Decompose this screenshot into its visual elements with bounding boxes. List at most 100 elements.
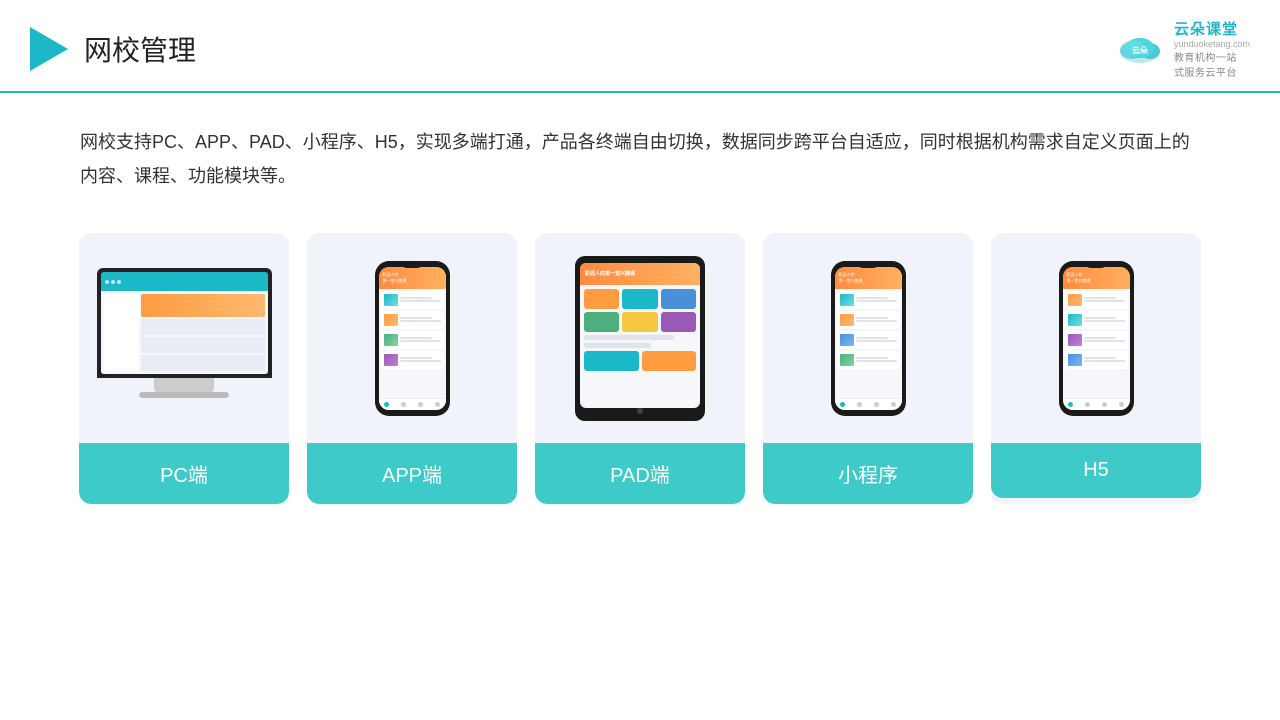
pc-main bbox=[141, 294, 265, 372]
pc-stand bbox=[154, 378, 214, 392]
pad-image-area: 职涯人的第一堂兴趣课 bbox=[535, 233, 745, 443]
phone-card bbox=[1065, 331, 1128, 349]
pad-line bbox=[584, 335, 674, 340]
pad-row-cards bbox=[584, 351, 696, 371]
pad-row-cards bbox=[584, 289, 696, 309]
phone-card-line bbox=[1084, 360, 1125, 362]
phone-card bbox=[381, 311, 444, 329]
phone-nav-dot-active bbox=[840, 402, 845, 407]
phone-outer: 职涯人的第一堂兴趣课 bbox=[1059, 261, 1134, 416]
app-image-area: 职涯人的第一堂兴趣课 bbox=[307, 233, 517, 443]
brand-tagline: 教育机构一站 bbox=[1174, 49, 1237, 64]
cloud-icon: 云朵 bbox=[1114, 30, 1166, 68]
phone-screen: 职涯人的第一堂兴趣课 bbox=[835, 267, 902, 410]
phone-card-line bbox=[856, 337, 889, 339]
phone-nav-dot bbox=[418, 402, 423, 407]
pc-sidebar bbox=[104, 294, 139, 372]
pc-row bbox=[141, 337, 265, 353]
phone-outer: 职涯人的第一堂兴趣课 bbox=[375, 261, 450, 416]
phone-card bbox=[1065, 311, 1128, 329]
phone-card-line bbox=[400, 340, 441, 342]
phone-screen: 职涯人的第一堂兴趣课 bbox=[379, 267, 446, 410]
phone-card bbox=[837, 331, 900, 349]
miniprogram-phone-mockup: 职涯人的第一堂兴趣课 bbox=[831, 261, 906, 416]
phone-card bbox=[1065, 291, 1128, 309]
phone-header-bar: 职涯人的第一堂兴趣课 bbox=[835, 267, 902, 289]
phone-card-line bbox=[1084, 357, 1117, 359]
brand-logo: 云朵 云朵课堂 yunduoketang.com 教育机构一站 式服务云平台 bbox=[1114, 18, 1250, 79]
phone-card-line bbox=[400, 357, 433, 359]
phone-card-img bbox=[1068, 334, 1082, 346]
h5-image-area: 职涯人的第一堂兴趣课 bbox=[991, 233, 1201, 443]
app-label: APP端 bbox=[307, 443, 517, 504]
pad-header-bar: 职涯人的第一堂兴趣课 bbox=[580, 263, 700, 285]
description-paragraph: 网校支持PC、APP、PAD、小程序、H5，实现多端打通，产品各终端自由切换，数… bbox=[80, 125, 1200, 193]
phone-card-img bbox=[1068, 354, 1082, 366]
phone-card-line bbox=[1084, 317, 1117, 319]
phone-card bbox=[837, 311, 900, 329]
pad-screen: 职涯人的第一堂兴趣课 bbox=[580, 263, 700, 408]
phone-card-img bbox=[1068, 314, 1082, 326]
phone-card bbox=[1065, 351, 1128, 369]
pad-home-btn bbox=[637, 408, 643, 414]
phone-card bbox=[381, 351, 444, 369]
phone-card-img bbox=[840, 334, 854, 346]
phone-nav-dot bbox=[874, 402, 879, 407]
phone-screen: 职涯人的第一堂兴趣课 bbox=[1063, 267, 1130, 410]
pc-card: PC端 bbox=[79, 233, 289, 504]
phone-card-lines bbox=[856, 317, 897, 322]
phone-card-line bbox=[856, 340, 897, 342]
phone-header-bar: 职涯人的第一堂兴趣课 bbox=[379, 267, 446, 289]
phone-content bbox=[1063, 289, 1130, 398]
phone-card-line bbox=[856, 300, 897, 302]
phone-nav-dot bbox=[891, 402, 896, 407]
phone-content bbox=[835, 289, 902, 398]
pad-mini-card-orange bbox=[584, 289, 619, 309]
phone-outer: 职涯人的第一堂兴趣课 bbox=[831, 261, 906, 416]
pad-mini-card-teal bbox=[584, 351, 639, 371]
pad-line bbox=[584, 343, 651, 348]
phone-header-text: 职涯人的第一堂兴趣课 bbox=[1067, 272, 1126, 284]
pad-mini-card-orange bbox=[642, 351, 697, 371]
phone-card-lines bbox=[400, 357, 441, 362]
pc-base bbox=[139, 392, 229, 398]
phone-card bbox=[381, 331, 444, 349]
phone-content bbox=[379, 289, 446, 398]
header-left: 网校管理 bbox=[30, 27, 196, 71]
pc-nav-dot bbox=[111, 280, 115, 284]
phone-card-line bbox=[400, 320, 441, 322]
h5-card: 职涯人的第一堂兴趣课 bbox=[991, 233, 1201, 504]
phone-card-line bbox=[400, 297, 433, 299]
h5-label: H5 bbox=[991, 443, 1201, 498]
pc-screen-content bbox=[101, 272, 268, 374]
pc-nav-dot bbox=[105, 280, 109, 284]
phone-nav-dot bbox=[1102, 402, 1107, 407]
pc-body bbox=[101, 291, 268, 375]
brand-name: 云朵课堂 bbox=[1174, 18, 1238, 39]
phone-header-text: 职涯人的第一堂兴趣课 bbox=[839, 272, 898, 284]
pad-mini-card-teal bbox=[622, 289, 657, 309]
pc-row bbox=[141, 355, 265, 371]
phone-card-lines bbox=[400, 297, 441, 302]
pc-mockup bbox=[97, 268, 272, 408]
phone-card-lines bbox=[856, 357, 897, 362]
phone-card bbox=[837, 291, 900, 309]
phone-card-lines bbox=[1084, 357, 1125, 362]
phone-card-line bbox=[856, 297, 889, 299]
phone-card-line bbox=[400, 337, 433, 339]
pad-card: 职涯人的第一堂兴趣课 bbox=[535, 233, 745, 504]
pad-label: PAD端 bbox=[535, 443, 745, 504]
phone-card-line bbox=[856, 357, 889, 359]
pc-image-area bbox=[79, 233, 289, 443]
phone-card-lines bbox=[856, 337, 897, 342]
phone-nav-dot bbox=[1119, 402, 1124, 407]
phone-card-line bbox=[1084, 297, 1117, 299]
miniprogram-card: 职涯人的第一堂兴趣课 bbox=[763, 233, 973, 504]
brand-tagline2: 式服务云平台 bbox=[1174, 64, 1237, 79]
phone-bottom-nav bbox=[1063, 398, 1130, 410]
phone-card-line bbox=[1084, 337, 1117, 339]
app-card: 职涯人的第一堂兴趣课 bbox=[307, 233, 517, 504]
logo-triangle-icon bbox=[30, 27, 68, 71]
phone-card-line bbox=[400, 360, 441, 362]
phone-nav-dot-active bbox=[1068, 402, 1073, 407]
